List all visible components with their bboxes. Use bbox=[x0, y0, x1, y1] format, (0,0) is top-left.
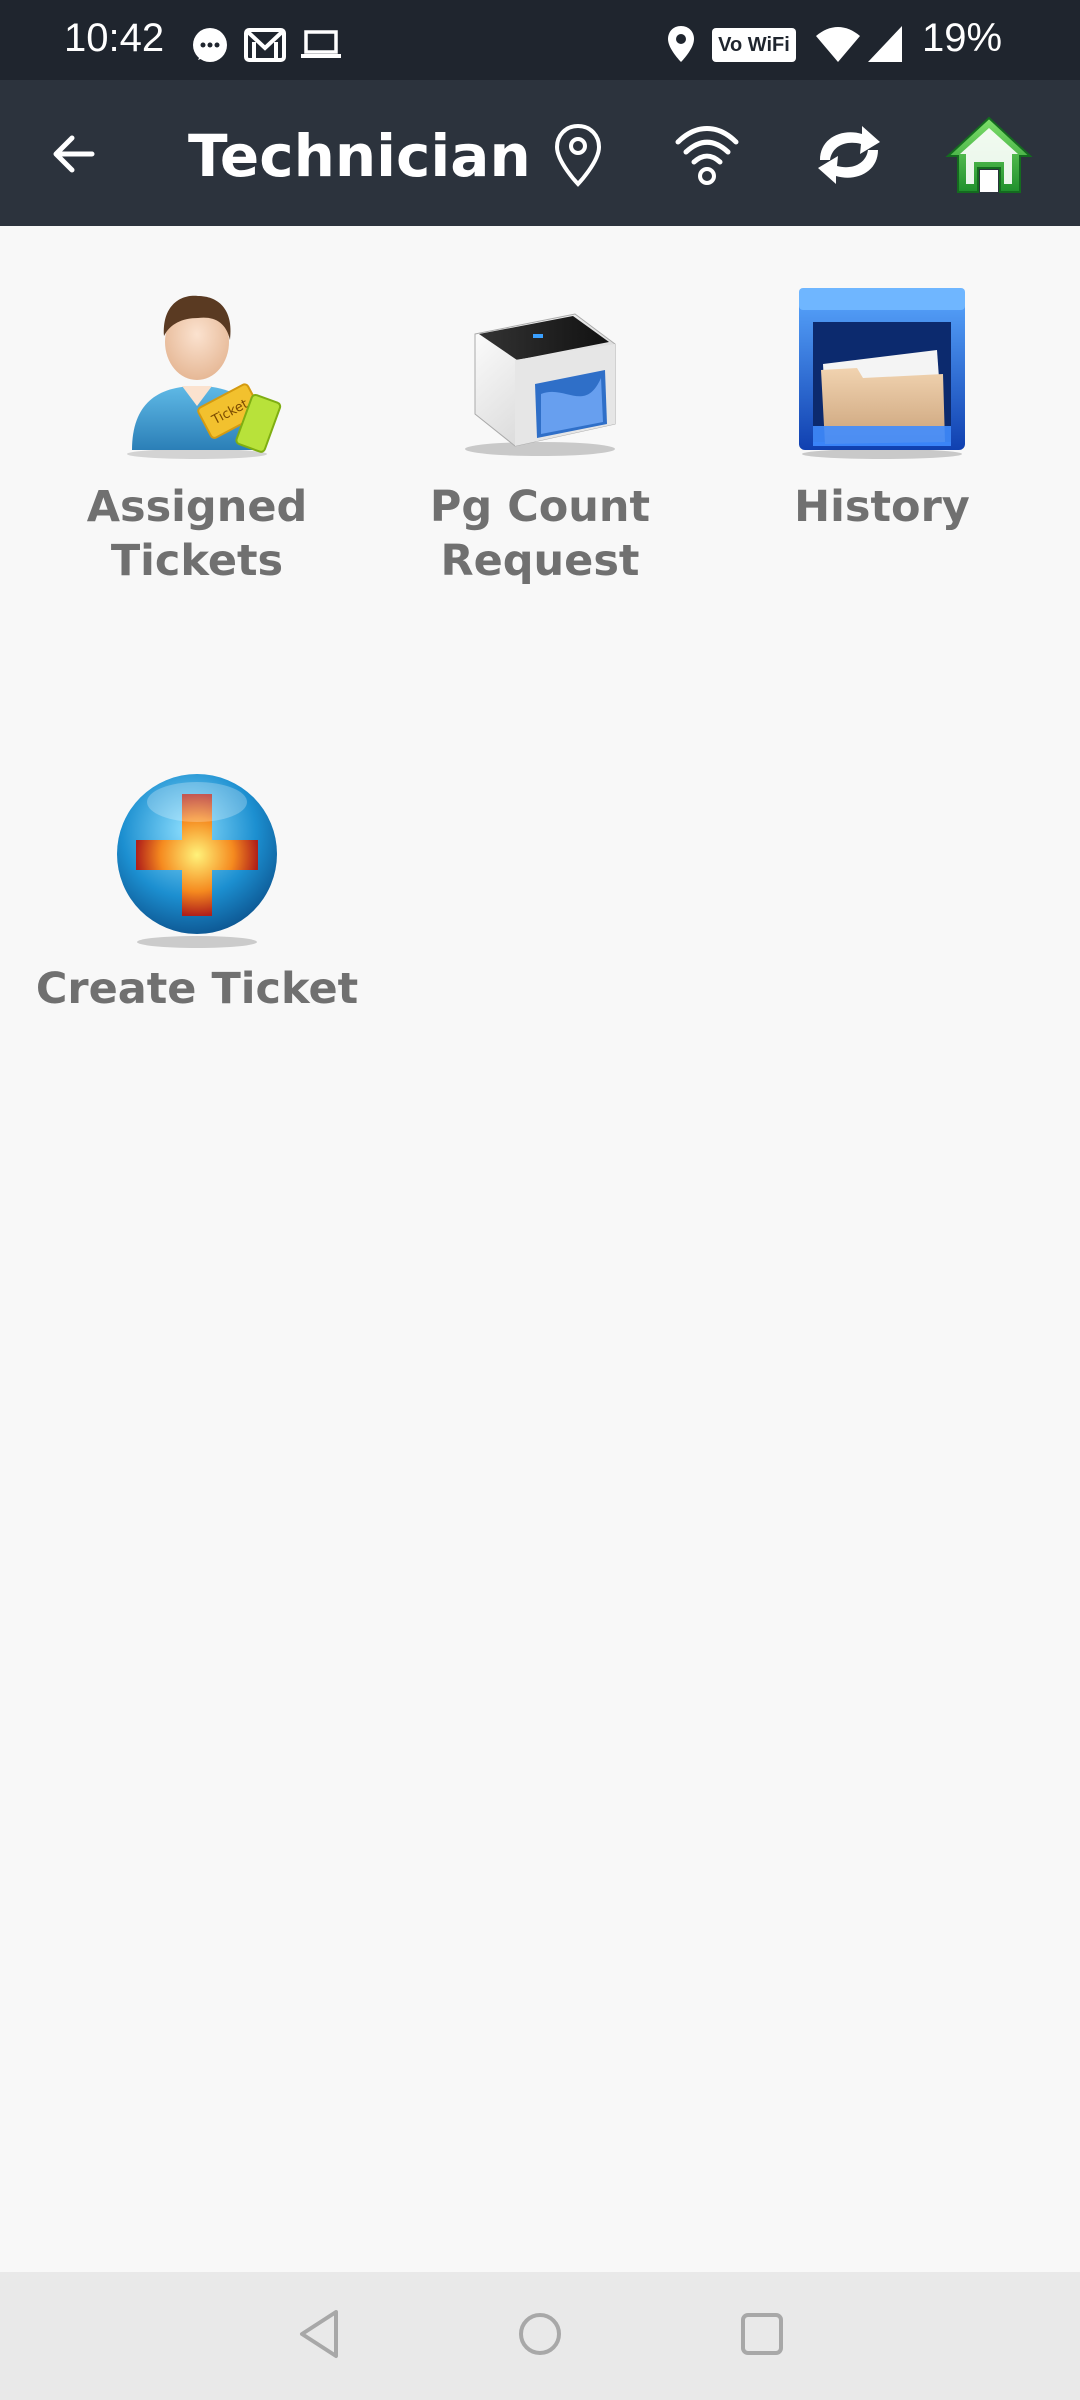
tile-label-history: History bbox=[794, 482, 970, 532]
app-bar: Technician bbox=[0, 80, 1080, 226]
history-folder-icon bbox=[799, 288, 965, 459]
status-bar: 10:42 Vo WiFi 19% bbox=[0, 0, 1080, 80]
tile-history[interactable]: History bbox=[712, 274, 1052, 534]
page-title: Technician bbox=[188, 122, 531, 190]
battery-level: 19% bbox=[922, 16, 1003, 60]
location-pin-icon[interactable] bbox=[552, 122, 604, 188]
printer-icon bbox=[465, 313, 616, 456]
sync-icon[interactable] bbox=[806, 120, 892, 190]
home-icon[interactable] bbox=[944, 114, 1034, 194]
tile-pg-count-request[interactable]: Pg Count Request bbox=[370, 274, 710, 588]
status-time: 10:42 bbox=[64, 16, 165, 60]
chat-icon bbox=[193, 28, 227, 62]
laptop-icon bbox=[301, 30, 341, 58]
assigned-tickets-icon: Ticket bbox=[127, 295, 282, 459]
signal-icon bbox=[868, 26, 902, 62]
content-area: Ticket Assigned Tickets Pg Count Request bbox=[0, 226, 1080, 2270]
tile-label-create-ticket: Create Ticket bbox=[35, 964, 359, 1014]
tile-create-ticket[interactable]: Create Ticket bbox=[27, 762, 367, 1016]
location-icon bbox=[668, 26, 694, 62]
gmail-icon bbox=[244, 28, 286, 62]
tile-label-pg-count-request: Pg Count Request bbox=[429, 482, 651, 586]
back-arrow-icon[interactable] bbox=[46, 126, 102, 182]
tile-label-assigned-tickets: Assigned Tickets bbox=[86, 482, 308, 586]
wifi-toolbar-icon[interactable] bbox=[674, 122, 740, 186]
vowifi-icon: Vo WiFi bbox=[712, 28, 796, 62]
system-nav-bar bbox=[0, 2272, 1080, 2400]
vowifi-label: Vo WiFi bbox=[718, 34, 790, 56]
home-nav-icon[interactable] bbox=[516, 2308, 564, 2360]
wifi-icon bbox=[816, 27, 860, 62]
create-ticket-plus-icon bbox=[117, 774, 277, 948]
tile-assigned-tickets[interactable]: Ticket Assigned Tickets bbox=[27, 274, 367, 588]
recents-nav-icon[interactable] bbox=[738, 2308, 786, 2360]
back-nav-icon[interactable] bbox=[296, 2308, 342, 2360]
